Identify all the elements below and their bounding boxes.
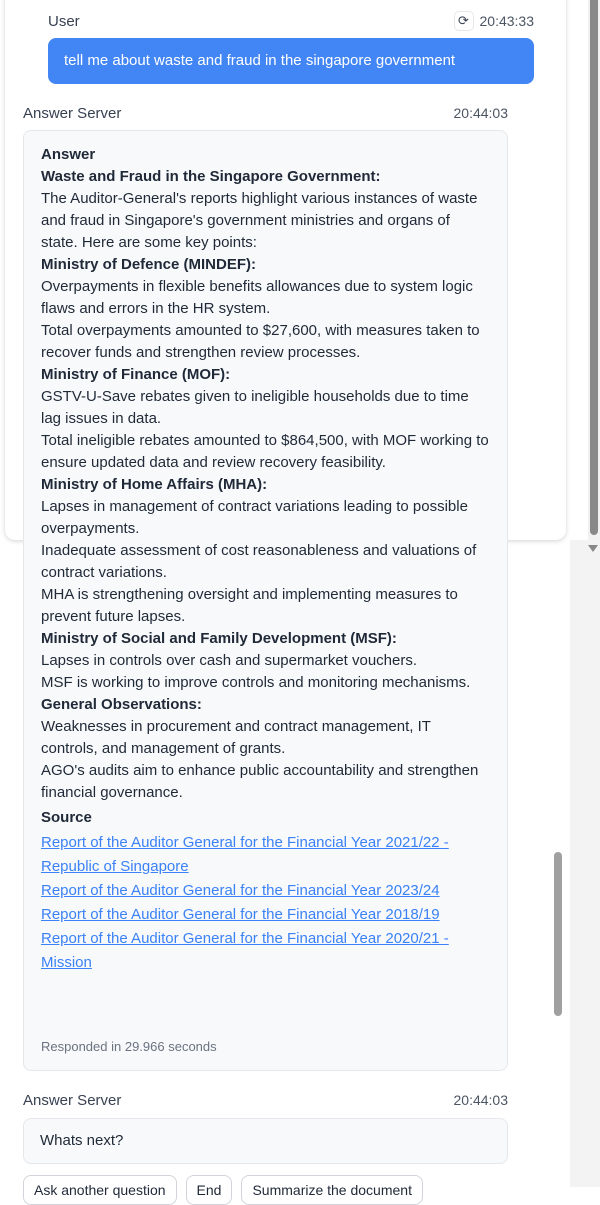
next-message-bubble: Whats next? xyxy=(23,1118,508,1164)
answer-heading: Answer xyxy=(41,146,96,163)
source-link[interactable]: Report of the Auditor General for the Fi… xyxy=(41,831,490,879)
section-heading: Ministry of Defence (MINDEF): xyxy=(41,256,257,273)
source-link[interactable]: Report of the Auditor General for the Fi… xyxy=(41,927,490,975)
paragraph: Inadequate assessment of cost reasonable… xyxy=(41,542,477,581)
chat-scrollbar-thumb[interactable] xyxy=(554,852,562,1016)
timestamp: 20:44:03 xyxy=(453,1092,509,1108)
paragraph: Overpayments in flexible benefits allowa… xyxy=(41,278,473,317)
page-scrollbar-thumb[interactable] xyxy=(590,0,598,535)
paragraph: Lapses in controls over cash and superma… xyxy=(41,652,418,669)
sender-name: User xyxy=(48,12,80,30)
paragraph: Total overpayments amounted to $27,600, … xyxy=(41,322,480,361)
paragraph: AGO's audits aim to enhance public accou… xyxy=(41,762,479,801)
source-link[interactable]: Report of the Auditor General for the Fi… xyxy=(41,879,490,903)
answer-message-header: Answer Server 20:44:03 xyxy=(23,102,508,124)
user-message-header: User ⟳ 20:43:33 xyxy=(48,10,534,32)
page-scrollbar[interactable] xyxy=(588,0,600,540)
suggestion-chip[interactable]: Summarize the document xyxy=(241,1175,423,1205)
section-heading: General Observations: xyxy=(41,696,202,713)
source-list: Report of the Auditor General for the Fi… xyxy=(41,831,490,975)
paragraph: The Auditor-General's reports highlight … xyxy=(41,190,478,251)
scroll-down-arrow-icon[interactable] xyxy=(588,545,598,552)
source-link[interactable]: Report of the Auditor General for the Fi… xyxy=(41,903,490,927)
suggestion-chip[interactable]: Ask another question xyxy=(23,1175,177,1205)
paragraph: Lapses in management of contract variati… xyxy=(41,498,468,537)
answer-body: Waste and Fraud in the Singapore Governm… xyxy=(41,166,490,804)
next-message-header: Answer Server 20:44:03 xyxy=(23,1089,508,1111)
paragraph: MSF is working to improve controls and m… xyxy=(41,674,471,691)
paragraph: GSTV-U-Save rebates given to ineligible … xyxy=(41,388,469,427)
response-time: Responded in 29.966 seconds xyxy=(41,1039,217,1054)
sender-name: Answer Server xyxy=(23,1091,122,1109)
suggestion-chip[interactable]: End xyxy=(185,1175,233,1205)
user-message-bubble: tell me about waste and fraud in the sin… xyxy=(48,38,534,84)
section-heading: Ministry of Social and Family Developmen… xyxy=(41,630,397,647)
suggestion-chips: Ask another question End Summarize the doc… xyxy=(23,1175,423,1205)
source-heading: Source xyxy=(41,809,92,826)
timestamp: 20:44:03 xyxy=(453,105,509,121)
paragraph: MHA is strengthening oversight and imple… xyxy=(41,586,458,625)
section-heading: Ministry of Home Affairs (MHA): xyxy=(41,476,268,493)
paragraph: Total ineligible rebates amounted to $86… xyxy=(41,432,489,471)
refresh-icon[interactable]: ⟳ xyxy=(453,11,474,31)
side-strip xyxy=(570,540,600,1187)
sender-name: Answer Server xyxy=(23,104,122,122)
answer-card: Answer Waste and Fraud in the Singapore … xyxy=(23,130,508,1071)
section-heading: Ministry of Finance (MOF): xyxy=(41,366,231,383)
section-heading: Waste and Fraud in the Singapore Governm… xyxy=(41,168,381,185)
paragraph: Weaknesses in procurement and contract m… xyxy=(41,718,431,757)
timestamp: 20:43:33 xyxy=(479,13,535,29)
